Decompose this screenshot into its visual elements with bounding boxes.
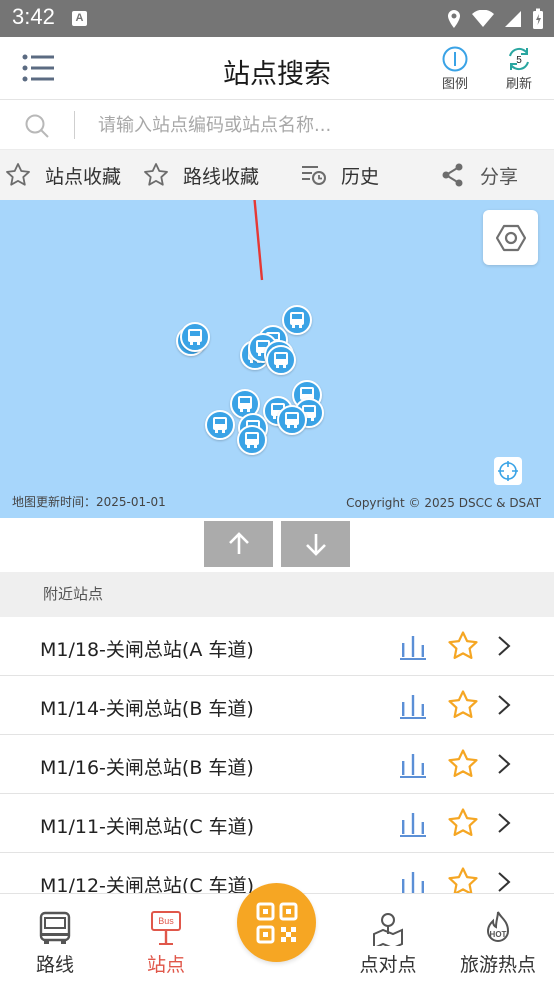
refresh-label: 刷新 (505, 77, 532, 92)
nearby-stops-list: M1/18-关闸总站(A 车道) M1/14-关闸总站(B 车道) M1/16-… (0, 617, 554, 893)
map-pin-icon (373, 913, 403, 946)
refresh-icon: 5 (509, 47, 529, 71)
qr-code-icon (256, 902, 297, 943)
history-icon (302, 166, 326, 185)
bar-chart-icon[interactable] (400, 692, 426, 720)
stop-row[interactable]: M1/14-关闸总站(B 车道) (0, 676, 554, 735)
stop-name: M1/11-关闸总站(C 车道) (40, 816, 255, 838)
qr-scan-button[interactable] (237, 883, 316, 962)
share-label: 分享 (480, 165, 519, 188)
expand-up-button[interactable] (204, 521, 273, 567)
stop-name: M1/14-关闸总站(B 车道) (40, 698, 254, 720)
star-outline-icon (6, 163, 30, 186)
history-label: 历史 (341, 165, 380, 188)
status-bar: 3:42 A (0, 0, 554, 37)
svg-text:Bus: Bus (158, 916, 174, 926)
star-favorite-icon[interactable] (447, 866, 479, 893)
chevron-right-icon[interactable] (497, 871, 511, 893)
arrow-up-icon (228, 532, 249, 554)
search-divider (74, 111, 75, 139)
status-icons (446, 8, 544, 30)
star-favorite-icon[interactable] (447, 689, 479, 721)
arrow-down-icon (305, 534, 326, 556)
bar-chart-icon[interactable] (400, 810, 426, 838)
nav-stops[interactable]: Bus 站点 (111, 910, 221, 977)
nav-p2p-label: 点对点 (359, 954, 417, 976)
map-view[interactable]: 地图更新时间：2025-01-01 Copyright © 2025 DSCC … (0, 200, 554, 518)
bar-chart-icon[interactable] (400, 751, 426, 779)
stop-row[interactable]: M1/11-关闸总站(C 车道) (0, 794, 554, 853)
app-bar: 站点搜索 图例 5 刷新 (0, 37, 554, 100)
chevron-right-icon[interactable] (497, 635, 511, 657)
stop-row[interactable]: M1/18-关闸总站(A 车道) (0, 617, 554, 676)
fav-routes-button[interactable]: 路线收藏 (143, 150, 259, 200)
stop-row[interactable]: M1/16-关闸总站(B 车道) (0, 735, 554, 794)
map-update-time: 地图更新时间：2025-01-01 (12, 495, 166, 509)
chevron-right-icon[interactable] (497, 812, 511, 834)
stop-name: M1/18-关闸总站(A 车道) (40, 639, 254, 661)
status-time: 3:42 (12, 4, 55, 29)
a-badge-icon: A (72, 11, 87, 26)
nearby-stops-header: 附近站点 (0, 572, 554, 617)
star-favorite-icon[interactable] (447, 748, 479, 780)
history-button[interactable]: 历史 (301, 150, 379, 200)
annotation-arrow (253, 200, 264, 281)
search-input[interactable] (98, 108, 518, 142)
nav-tourism[interactable]: HOT 旅游热点 (443, 910, 553, 977)
nav-point-to-point[interactable]: 点对点 (333, 910, 443, 977)
expand-controls (0, 518, 554, 572)
search-bar (0, 100, 554, 150)
stop-name: M1/16-关闸总站(B 车道) (40, 757, 254, 779)
bus-front-icon (39, 911, 71, 944)
nav-stops-label: 站点 (146, 954, 185, 976)
legend-button[interactable]: 图例 (431, 46, 479, 92)
battery-icon (533, 8, 543, 29)
share-icon (442, 163, 463, 187)
fav-stops-label: 站点收藏 (45, 165, 122, 188)
bar-chart-icon[interactable] (400, 633, 426, 661)
svg-text:HOT: HOT (490, 930, 507, 939)
refresh-button[interactable]: 5 刷新 (495, 46, 543, 92)
star-favorite-icon[interactable] (447, 807, 479, 839)
signal-icon (505, 11, 521, 27)
nav-routes-label: 路线 (35, 954, 74, 976)
share-button[interactable]: 分享 (440, 150, 518, 200)
fav-routes-label: 路线收藏 (183, 165, 260, 188)
bar-chart-icon[interactable] (400, 869, 426, 893)
star-outline-icon (144, 163, 168, 186)
stop-name: M1/12-关闸总站(C 车道) (40, 875, 255, 893)
legend-info-icon (442, 46, 468, 72)
refresh-count: 5 (516, 55, 522, 66)
location-icon (448, 10, 460, 28)
search-icon (25, 114, 49, 138)
nav-tourism-label: 旅游热点 (459, 954, 536, 976)
legend-label: 图例 (441, 77, 468, 92)
wifi-icon (472, 10, 494, 27)
hot-flame-icon: HOT (486, 911, 510, 942)
chevron-right-icon[interactable] (497, 694, 511, 716)
quick-actions-bar: 站点收藏 路线收藏 历史 分享 (0, 150, 554, 200)
chevron-right-icon[interactable] (497, 753, 511, 775)
collapse-down-button[interactable] (281, 521, 350, 567)
fav-stops-button[interactable]: 站点收藏 (5, 150, 121, 200)
map-copyright: Copyright © 2025 DSCC & DSAT (346, 496, 541, 510)
bus-stop-sign-icon: Bus (151, 911, 181, 945)
star-favorite-icon[interactable] (447, 630, 479, 662)
nav-routes[interactable]: 路线 (0, 910, 110, 977)
